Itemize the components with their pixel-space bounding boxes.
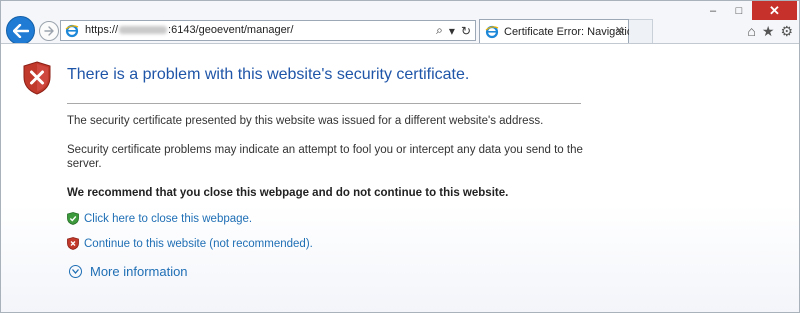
new-tab-button[interactable] bbox=[629, 19, 653, 43]
gear-icon[interactable]: ⚙ bbox=[780, 23, 793, 40]
more-information-toggle[interactable]: More information bbox=[69, 264, 188, 279]
address-tools: ⌕ ▾ ↻ bbox=[436, 23, 471, 38]
browser-chrome: – □ ✕ https:// :6143/geoevent/manager/ ⌕ … bbox=[1, 1, 799, 45]
toolbar-icons: ⌂ ★ ⚙ bbox=[747, 23, 793, 40]
url-text[interactable]: https:// :6143/geoevent/manager/ bbox=[85, 24, 293, 36]
refresh-icon[interactable]: ↻ bbox=[461, 24, 471, 38]
tab-certificate-error[interactable]: Certificate Error: Navigation... ✕ bbox=[479, 19, 648, 43]
green-shield-icon bbox=[67, 212, 79, 225]
dropdown-icon[interactable]: ▾ bbox=[449, 24, 455, 38]
red-shield-icon bbox=[67, 237, 79, 250]
search-icon[interactable]: ⌕ bbox=[436, 23, 443, 38]
home-icon[interactable]: ⌂ bbox=[747, 23, 755, 40]
forward-button[interactable] bbox=[39, 21, 59, 41]
continue-website-link[interactable]: Continue to this website (not recommende… bbox=[67, 237, 313, 250]
close-window-button[interactable]: ✕ bbox=[752, 1, 797, 20]
continue-website-label: Continue to this website (not recommende… bbox=[84, 237, 313, 250]
shield-error-icon bbox=[23, 61, 51, 95]
security-warning-message: Security certificate problems may indica… bbox=[67, 144, 583, 170]
page-content: There is a problem with this website's s… bbox=[1, 44, 799, 312]
back-arrow-icon bbox=[12, 23, 29, 38]
minimize-button[interactable]: – bbox=[700, 1, 726, 20]
url-host-redacted bbox=[119, 26, 168, 35]
close-webpage-link[interactable]: Click here to close this webpage. bbox=[67, 212, 252, 225]
browser-window: – □ ✕ https:// :6143/geoevent/manager/ ⌕ … bbox=[0, 0, 800, 313]
ie-logo-icon bbox=[65, 24, 79, 38]
certificate-message: The security certificate presented by th… bbox=[67, 115, 544, 127]
ie-logo-icon bbox=[485, 25, 499, 39]
close-webpage-label: Click here to close this webpage. bbox=[84, 212, 253, 225]
url-prefix: https:// bbox=[85, 24, 119, 36]
address-bar[interactable]: https:// :6143/geoevent/manager/ ⌕ ▾ ↻ bbox=[60, 20, 476, 41]
maximize-button[interactable]: □ bbox=[726, 1, 752, 20]
chevron-down-icon bbox=[69, 265, 82, 278]
favorites-icon[interactable]: ★ bbox=[762, 23, 775, 40]
more-information-label: More information bbox=[90, 264, 188, 279]
url-suffix: :6143/geoevent/manager/ bbox=[168, 24, 294, 36]
forward-arrow-icon bbox=[44, 26, 54, 36]
recommendation-text: We recommend that you close this webpage… bbox=[67, 187, 509, 199]
heading-divider bbox=[67, 103, 581, 104]
tab-title: Certificate Error: Navigation... bbox=[504, 26, 649, 38]
back-button[interactable] bbox=[6, 16, 35, 45]
page-title: There is a problem with this website's s… bbox=[67, 66, 470, 83]
window-controls: – □ ✕ bbox=[700, 1, 797, 20]
tab-close-icon[interactable]: ✕ bbox=[615, 24, 624, 37]
